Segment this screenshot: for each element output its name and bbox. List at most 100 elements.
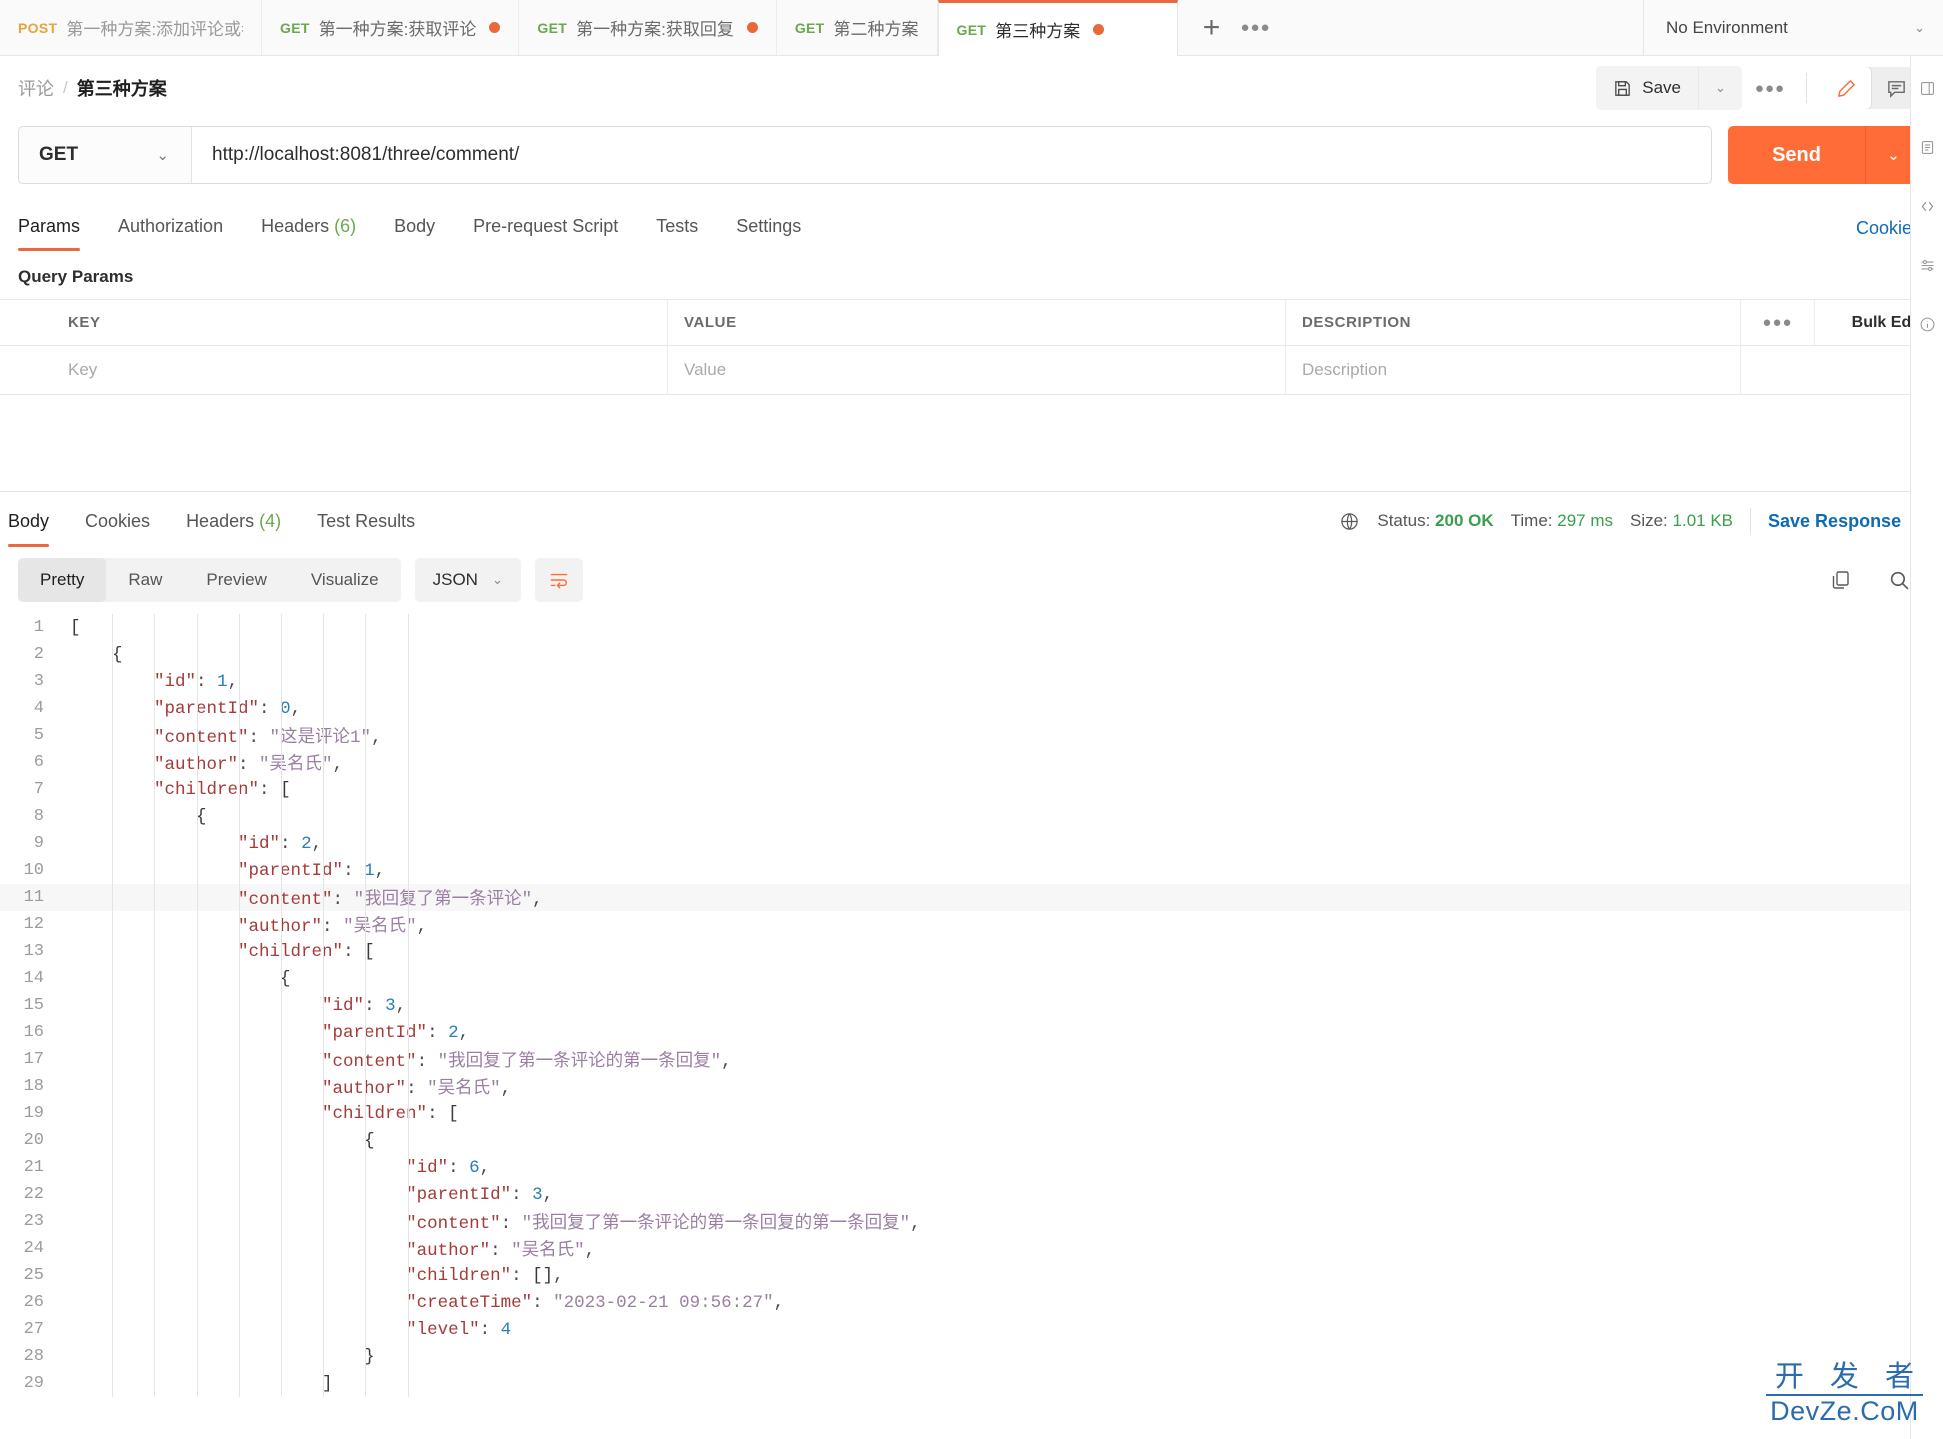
code-content: "children": [], (62, 1262, 1943, 1289)
line-number: 4 (33, 699, 44, 718)
info-icon[interactable] (1919, 316, 1936, 333)
request-tab-pre-request-script[interactable]: Pre-request Script (473, 206, 618, 251)
edit-mode-button[interactable] (1821, 67, 1871, 109)
copy-button[interactable] (1819, 558, 1863, 602)
code-token: : (479, 1319, 501, 1340)
line-number: 25 (23, 1266, 44, 1285)
request-tab-params[interactable]: Params (18, 206, 81, 251)
param-description-input[interactable]: Description (1286, 346, 1741, 394)
query-params-title: Query Params (18, 267, 134, 286)
response-header-row: Body Cookies Headers (4) Test Results Statu… (0, 492, 1943, 550)
response-tab-headers[interactable]: Headers (4) (186, 495, 281, 547)
tab-method-label: POST (18, 19, 58, 36)
breadcrumb-parent[interactable]: 评论 (18, 75, 54, 101)
view-mode-preview[interactable]: Preview (184, 558, 288, 602)
code-token: [ (280, 779, 291, 800)
tab-method-label: GET (537, 19, 568, 36)
line-number: 29 (23, 1374, 44, 1393)
request-tab-2[interactable]: GET 第一种方案:获取评论 (262, 0, 520, 55)
response-tab-body[interactable]: Body (8, 495, 50, 547)
response-pane: Body Cookies Headers (4) Test Results Statu… (0, 491, 1943, 1397)
code-content: "id": 2, (62, 830, 1943, 857)
request-tab-4[interactable]: GET 第二种方案 (776, 0, 938, 55)
postman-app: POST 第一种方案:添加评论或者 GET 第一种方案:获取评论 GET 第一种方案:获取… (0, 0, 1943, 1439)
code-token: , (584, 1241, 596, 1261)
send-button[interactable]: Send (1728, 126, 1865, 184)
response-format-value: JSON (432, 570, 478, 589)
code-token: "level" (406, 1319, 480, 1340)
request-tab-headers[interactable]: Headers (6) (261, 206, 356, 251)
tab-count-badge: (4) (254, 511, 282, 531)
tab-list: POST 第一种方案:添加评论或者 GET 第一种方案:获取评论 GET 第一种方案:获取… (0, 0, 1178, 56)
code-token: [ (448, 1103, 459, 1124)
request-tab-settings[interactable]: Settings (736, 206, 801, 251)
code-scroll-area[interactable]: 1[2 {3 "id": 1, 4 "parentId": 0, 5 "conten… (0, 614, 1943, 1397)
code-token: "children" (154, 779, 260, 800)
request-more-ellipsis-icon[interactable]: ●●● (1748, 66, 1792, 110)
code-token: , (910, 1214, 921, 1234)
view-mode-pretty[interactable]: Pretty (18, 558, 107, 602)
code-line: 21 "id": 6, (0, 1154, 1943, 1181)
request-tab-1[interactable]: POST 第一种方案:添加评论或者 (0, 0, 262, 55)
http-method-select[interactable]: GET ⌄ (19, 127, 192, 183)
response-format-select[interactable]: JSON ⌄ (414, 558, 521, 602)
chevron-down-icon: ⌄ (491, 572, 503, 587)
line-number: 17 (23, 1050, 44, 1069)
code-line: 1[ (0, 614, 1943, 641)
code-line: 28 } (0, 1343, 1943, 1370)
code-token: 1 (217, 671, 228, 692)
code-content: "children": [ (62, 1100, 1943, 1127)
request-tab-3[interactable]: GET 第一种方案:获取回复 (519, 0, 777, 55)
breadcrumb-row: 评论 / 第三种方案 Save ⌄ ●●● (0, 56, 1943, 120)
param-key-input[interactable]: Key (0, 346, 668, 394)
response-tab-cookies[interactable]: Cookies (85, 495, 150, 547)
response-body-viewer: 1[2 {3 "id": 1, 4 "parentId": 0, 5 "conten… (0, 614, 1943, 1397)
layout-icon[interactable] (1919, 80, 1936, 97)
save-response-button[interactable]: Save Response ⌄ (1768, 511, 1921, 532)
right-sidebar-rail (1910, 56, 1943, 1439)
settings-sliders-icon[interactable] (1919, 257, 1936, 274)
line-number: 20 (23, 1131, 44, 1150)
documentation-icon[interactable] (1919, 139, 1936, 156)
tab-label: Headers (261, 216, 330, 236)
query-params-empty-row: Key Value Description (0, 346, 1943, 395)
code-content: } (62, 1343, 1943, 1370)
code-line: 7 "children": [ (0, 776, 1943, 803)
code-token: : (490, 1241, 512, 1261)
response-tab-test-results[interactable]: Test Results (317, 495, 415, 547)
request-tab-body[interactable]: Body (394, 206, 435, 251)
view-mode-visualize[interactable]: Visualize (289, 558, 401, 602)
param-value-input[interactable]: Value (668, 346, 1286, 394)
code-token: "parentId" (406, 1184, 512, 1205)
word-wrap-button[interactable] (534, 558, 583, 602)
new-tab-button[interactable]: + (1192, 8, 1232, 48)
view-mode-raw[interactable]: Raw (106, 558, 184, 602)
code-content: { (62, 641, 1943, 668)
line-number: 15 (23, 996, 44, 1015)
code-line: 11 "content": "我回复了第一条评论", (0, 884, 1943, 911)
code-token: , (553, 1265, 564, 1286)
code-icon[interactable] (1919, 198, 1936, 215)
request-tab-authorization[interactable]: Authorization (118, 206, 223, 251)
tab-bar-actions: + ●●● (1178, 0, 1290, 55)
environment-selector[interactable]: No Environment ⌄ (1643, 0, 1943, 55)
meta-divider (1750, 508, 1752, 534)
code-token: 4 (500, 1319, 512, 1340)
query-params-options-ellipsis-icon[interactable]: ●●● (1741, 300, 1815, 345)
code-token: : (259, 779, 281, 800)
code-token: "children" (406, 1265, 512, 1286)
unsaved-changes-dot (1093, 24, 1105, 35)
line-number: 13 (23, 942, 44, 961)
tab-name-label: 第三种方案 (995, 22, 1081, 41)
save-options-button[interactable]: ⌄ (1698, 66, 1742, 110)
code-content: "author": "吴名氏", (62, 749, 1943, 776)
request-tab-tests[interactable]: Tests (656, 206, 698, 251)
code-token: "我回复了第一条评论" (353, 890, 533, 910)
save-button[interactable]: Save (1596, 66, 1698, 110)
code-token: , (371, 728, 382, 748)
tab-options-ellipsis-icon[interactable]: ●●● (1236, 8, 1276, 48)
code-token: : (322, 917, 344, 937)
code-token: 6 (469, 1157, 480, 1178)
request-tab-5[interactable]: GET 第三种方案 (937, 0, 1178, 56)
url-input[interactable] (192, 127, 1712, 183)
